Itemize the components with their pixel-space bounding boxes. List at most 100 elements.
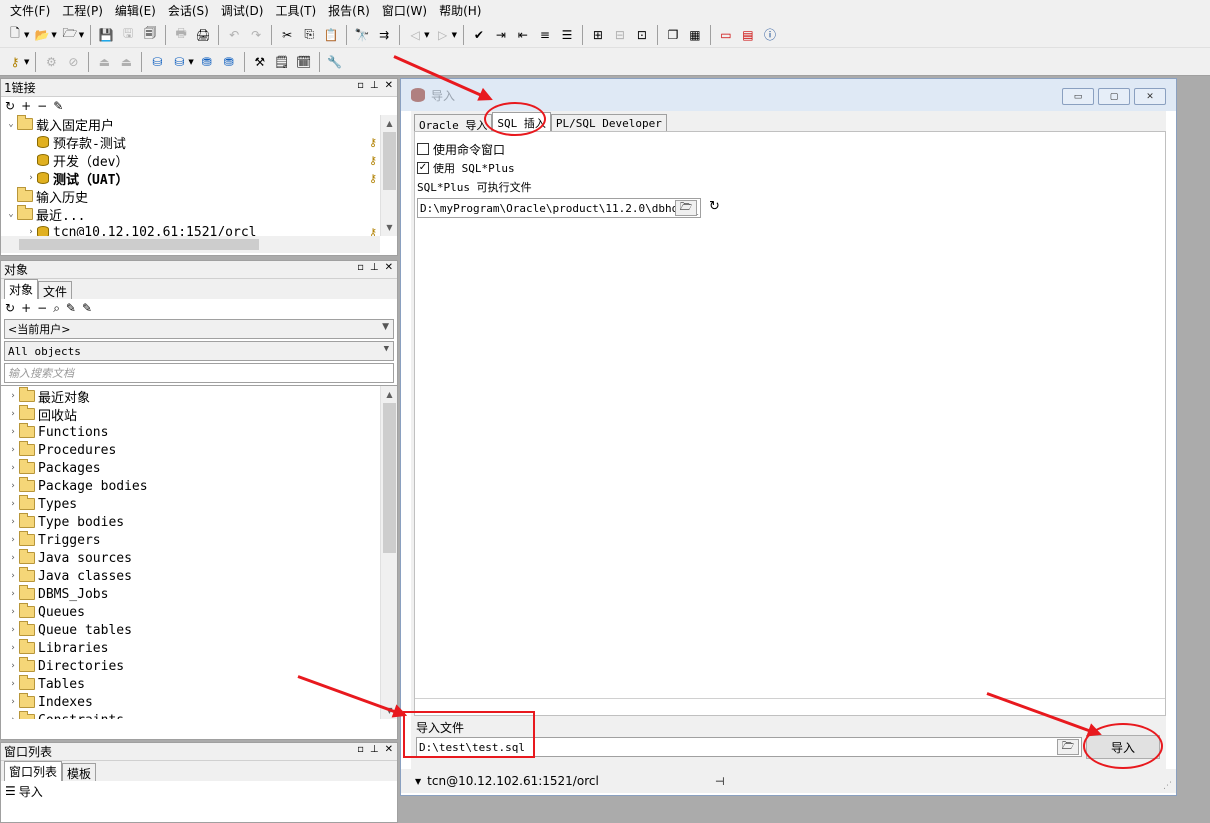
close-button[interactable]: ✕ — [1134, 88, 1166, 105]
key-icon[interactable]: ⚷ — [5, 52, 25, 72]
pin-icon[interactable]: ⊥ — [370, 80, 379, 91]
tools-icon[interactable]: ⚒ — [250, 52, 270, 72]
checkbox[interactable] — [417, 143, 429, 155]
tab-templates[interactable]: 模板 — [62, 763, 97, 781]
sqlplus-exe-field[interactable]: D:\myProgram\Oracle\product\11.2.0\dbhom… — [417, 198, 701, 218]
paste-icon[interactable]: 📋 — [321, 25, 341, 45]
chevron-right-icon[interactable]: › — [7, 445, 19, 455]
save-all-icon[interactable]: 🗐 — [140, 25, 160, 45]
minimize-button[interactable]: ▭ — [1062, 88, 1094, 105]
save-as-icon[interactable]: 🖫 — [118, 25, 138, 45]
menu-item[interactable]: 编辑(E) — [109, 0, 162, 22]
object-tree-item[interactable]: › Libraries — [1, 639, 397, 657]
chevron-right-icon[interactable]: › — [7, 391, 19, 401]
open-icon[interactable]: 📂 — [32, 25, 52, 45]
menu-item[interactable]: 文件(F) — [4, 0, 56, 22]
pin-icon[interactable]: ⊥ — [370, 744, 379, 755]
remove-icon[interactable]: − — [37, 99, 47, 113]
redo-icon[interactable]: ↷ — [246, 25, 266, 45]
chevron-right-icon[interactable]: › — [7, 715, 19, 719]
chevron-right-icon[interactable]: › — [7, 463, 19, 473]
chevron-right-icon[interactable]: › — [7, 499, 19, 509]
pdf-icon[interactable]: ▤ — [738, 25, 758, 45]
oracle-icon[interactable]: ▭ — [716, 25, 736, 45]
close-icon[interactable]: ✕ — [385, 80, 393, 91]
menu-item[interactable]: 工程(P) — [56, 0, 109, 22]
menu-item[interactable]: 工具(T) — [269, 0, 322, 22]
minimize-icon[interactable]: ▫ — [357, 262, 364, 273]
user-select[interactable]: <当前用户> ▼ — [4, 319, 394, 339]
chevron-down-icon[interactable]: ⌄ — [5, 119, 17, 129]
command-window-icon[interactable]: ⊡ — [632, 25, 652, 45]
add-icon[interactable]: + — [21, 301, 31, 315]
tab-files[interactable]: 文件 — [38, 281, 73, 299]
chevron-right-icon[interactable]: › — [7, 679, 19, 689]
horizontal-scrollbar[interactable] — [1, 236, 380, 253]
logon-icon[interactable]: ⛃ — [219, 52, 239, 72]
undo-icon[interactable]: ↶ — [224, 25, 244, 45]
info-icon[interactable]: ⓘ — [760, 25, 780, 45]
print-setup-icon[interactable]: 🖨 — [193, 25, 213, 45]
chevron-right-icon[interactable]: › — [7, 571, 19, 581]
tile-icon[interactable]: ▦ — [685, 25, 705, 45]
chevron-right-icon[interactable]: › — [7, 661, 19, 671]
open-project-icon[interactable]: 🗁 — [60, 25, 80, 45]
object-tree-item[interactable]: › Indexes — [1, 693, 397, 711]
object-tree-item[interactable]: › Functions — [1, 423, 397, 441]
object-tree-item[interactable]: › Java sources — [1, 549, 397, 567]
sql-dropdown-icon[interactable]: ⛁ — [169, 52, 189, 72]
copy-icon[interactable]: ⎘ — [299, 25, 319, 45]
object-tree-item[interactable]: › Triggers — [1, 531, 397, 549]
object-tree-item[interactable]: › Directories — [1, 657, 397, 675]
save-icon[interactable]: 💾 — [96, 25, 116, 45]
unindent-icon[interactable]: ⇤ — [513, 25, 533, 45]
pin-icon[interactable]: ⊥ — [370, 262, 379, 273]
cascade-icon[interactable]: ❐ — [663, 25, 683, 45]
close-icon[interactable]: ✕ — [385, 744, 393, 755]
chevron-right-icon[interactable]: › — [7, 625, 19, 635]
back-icon[interactable]: ◁ — [405, 25, 425, 45]
window-list-item[interactable]: ☰ 导入 — [1, 781, 397, 801]
add-icon[interactable]: + — [21, 99, 31, 113]
connection-tree-item[interactable]: 预存款-测试 ⚷ — [1, 133, 397, 152]
tab-objects[interactable]: 对象 — [4, 279, 39, 299]
object-tree-item[interactable]: › Java classes — [1, 567, 397, 585]
refresh-icon[interactable]: ↻ — [5, 301, 15, 315]
test-window-icon[interactable]: ⊟ — [610, 25, 630, 45]
use-command-window-option[interactable]: 使用命令窗口 — [417, 140, 505, 158]
checkbox-checked[interactable]: ✓ — [417, 162, 429, 174]
refresh-icon[interactable]: ↻ — [5, 99, 15, 113]
maximize-button[interactable]: ▢ — [1098, 88, 1130, 105]
break-icon[interactable]: ⊘ — [63, 52, 83, 72]
sql-window-icon[interactable]: ⊞ — [588, 25, 608, 45]
connection-tree-item[interactable]: ⌄ 载入固定用户 — [1, 115, 397, 134]
menu-item[interactable]: 会话(S) — [162, 0, 215, 22]
object-tree-item[interactable]: › Package bodies — [1, 477, 397, 495]
cut-icon[interactable]: ✂ — [277, 25, 297, 45]
chevron-right-icon[interactable]: › — [7, 535, 19, 545]
chevron-right-icon[interactable]: › — [7, 643, 19, 653]
menu-item[interactable]: 调试(D) — [215, 0, 270, 22]
chevron-down-icon[interactable]: ⌄ — [5, 209, 17, 219]
object-tree-item[interactable]: › Constraints — [1, 711, 397, 719]
object-tree-item[interactable]: › Procedures — [1, 441, 397, 459]
search-input[interactable]: 输入搜索文档 — [4, 363, 394, 383]
refresh-icon[interactable]: ↻ — [709, 199, 720, 214]
find-icon[interactable]: 🔭 — [352, 25, 372, 45]
menu-item[interactable]: 窗口(W) — [376, 0, 433, 22]
chevron-right-icon[interactable]: › — [7, 553, 19, 563]
object-tree-item[interactable]: › 回收站 — [1, 405, 397, 424]
connection-tree-item[interactable]: 开发（dev） ⚷ — [1, 151, 397, 170]
indent-icon[interactable]: ⇥ — [491, 25, 511, 45]
session-icon[interactable]: ⛃ — [197, 52, 217, 72]
chevron-down-icon[interactable]: ▼ — [415, 777, 421, 786]
rollback-icon[interactable]: ⏏ — [116, 52, 136, 72]
object-tree-item[interactable]: › Types — [1, 495, 397, 513]
new-icon[interactable]: 🗋 — [5, 25, 25, 45]
schedule-icon[interactable]: 🗓 — [294, 52, 314, 72]
menu-item[interactable]: 帮助(H) — [433, 0, 487, 22]
object-tree-item[interactable]: › Queues — [1, 603, 397, 621]
edit-icon[interactable]: ✎ — [66, 301, 76, 315]
chevron-right-icon[interactable]: › — [7, 697, 19, 707]
use-sqlplus-option[interactable]: ✓ 使用 SQL*Plus — [417, 159, 515, 177]
